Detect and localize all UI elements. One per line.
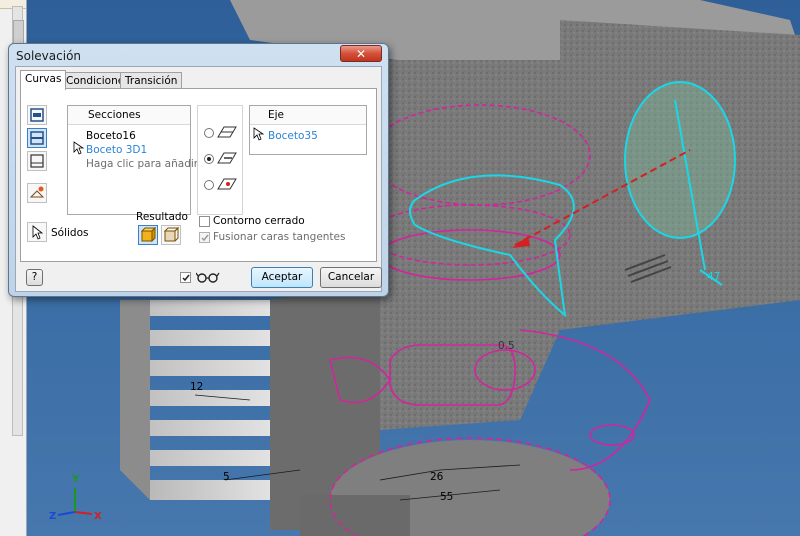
solids-arrow-icon	[32, 225, 44, 240]
preview-glasses-icon	[196, 272, 220, 283]
help-icon: ?	[31, 271, 38, 283]
result-surface-button[interactable]	[161, 225, 181, 245]
select-arrow-icon	[73, 141, 85, 155]
point-mapping-icon	[29, 186, 45, 198]
dialog-client: Curvas Condiciones Transición Secciones	[15, 66, 382, 292]
center-line-icon	[30, 131, 44, 145]
dim-12[interactable]: 12	[190, 381, 203, 393]
preview-check-icon	[182, 274, 190, 282]
dialog-title: Solevación	[16, 49, 82, 63]
merge-faces-label: Fusionar caras tangentes	[213, 231, 346, 243]
dim-5[interactable]: 5	[223, 471, 230, 483]
area-loft-mode-button[interactable]	[27, 151, 47, 171]
dialog-titlebar[interactable]: Solevación ✕	[9, 44, 388, 66]
cancel-button[interactable]: Cancelar	[320, 267, 382, 288]
loft-center-line-icon	[217, 152, 237, 164]
loft-type-rails-radio[interactable]	[204, 128, 214, 138]
triad-z-label: Z	[49, 511, 57, 522]
triad-x-label: X	[94, 511, 102, 522]
loft-type-area-radio[interactable]	[204, 180, 214, 190]
closed-contour-checkbox[interactable]	[199, 216, 210, 227]
loft-type-group	[197, 105, 243, 215]
merge-faces-check-icon	[201, 234, 209, 242]
closed-contour-label: Contorno cerrado	[213, 215, 305, 227]
section-item[interactable]: Boceto 3D1	[86, 144, 147, 156]
section-add-prompt[interactable]: Haga clic para añadir	[86, 158, 198, 170]
result-join-button[interactable]	[138, 225, 158, 245]
rail-header: Eje	[250, 106, 366, 125]
tab-transicion[interactable]: Transición	[120, 72, 183, 89]
sections-header-label: Secciones	[88, 109, 141, 121]
rail-header-label: Eje	[268, 109, 285, 121]
surface-icon	[163, 226, 180, 242]
loft-dialog: Solevación ✕ Curvas Condiciones Transici…	[8, 43, 389, 297]
section-item[interactable]: Boceto16	[86, 130, 136, 142]
close-icon: ✕	[355, 47, 367, 61]
merge-faces-checkbox[interactable]	[199, 232, 210, 243]
rail-list[interactable]: Eje Boceto35	[249, 105, 367, 155]
preview-checkbox[interactable]	[180, 272, 191, 283]
solid-join-icon	[140, 226, 157, 243]
curves-panel: Secciones Boceto16 Boceto 3D1 Haga clic …	[20, 88, 377, 262]
loft-rails-icon	[217, 126, 237, 138]
result-label: Resultado	[136, 211, 188, 223]
sections-header: Secciones	[68, 106, 190, 125]
center-line-mode-button[interactable]	[27, 128, 47, 148]
rails-icon	[30, 108, 44, 122]
sections-list[interactable]: Secciones Boceto16 Boceto 3D1 Haga clic …	[67, 105, 198, 215]
help-button[interactable]: ?	[26, 269, 43, 286]
tab-curvas[interactable]: Curvas	[20, 70, 67, 90]
solids-select-button[interactable]	[27, 222, 47, 242]
loft-area-icon	[217, 178, 237, 190]
rail-select-arrow-icon	[253, 127, 265, 141]
dim-47[interactable]: 47	[707, 271, 720, 283]
accept-button[interactable]: Aceptar	[251, 267, 313, 288]
rail-item[interactable]: Boceto35	[268, 130, 318, 142]
close-button[interactable]: ✕	[340, 45, 382, 62]
solids-label: Sólidos	[51, 227, 89, 239]
rails-mode-button[interactable]	[27, 105, 47, 125]
triad-y-label: Y	[72, 474, 80, 485]
dim-55[interactable]: 55	[440, 491, 453, 503]
dim-0-5[interactable]: 0.5	[498, 340, 515, 352]
loft-type-center-line-radio[interactable]	[204, 154, 214, 164]
area-loft-icon	[30, 154, 44, 168]
dim-26[interactable]: 26	[430, 471, 443, 483]
point-mapping-button[interactable]	[27, 183, 47, 203]
